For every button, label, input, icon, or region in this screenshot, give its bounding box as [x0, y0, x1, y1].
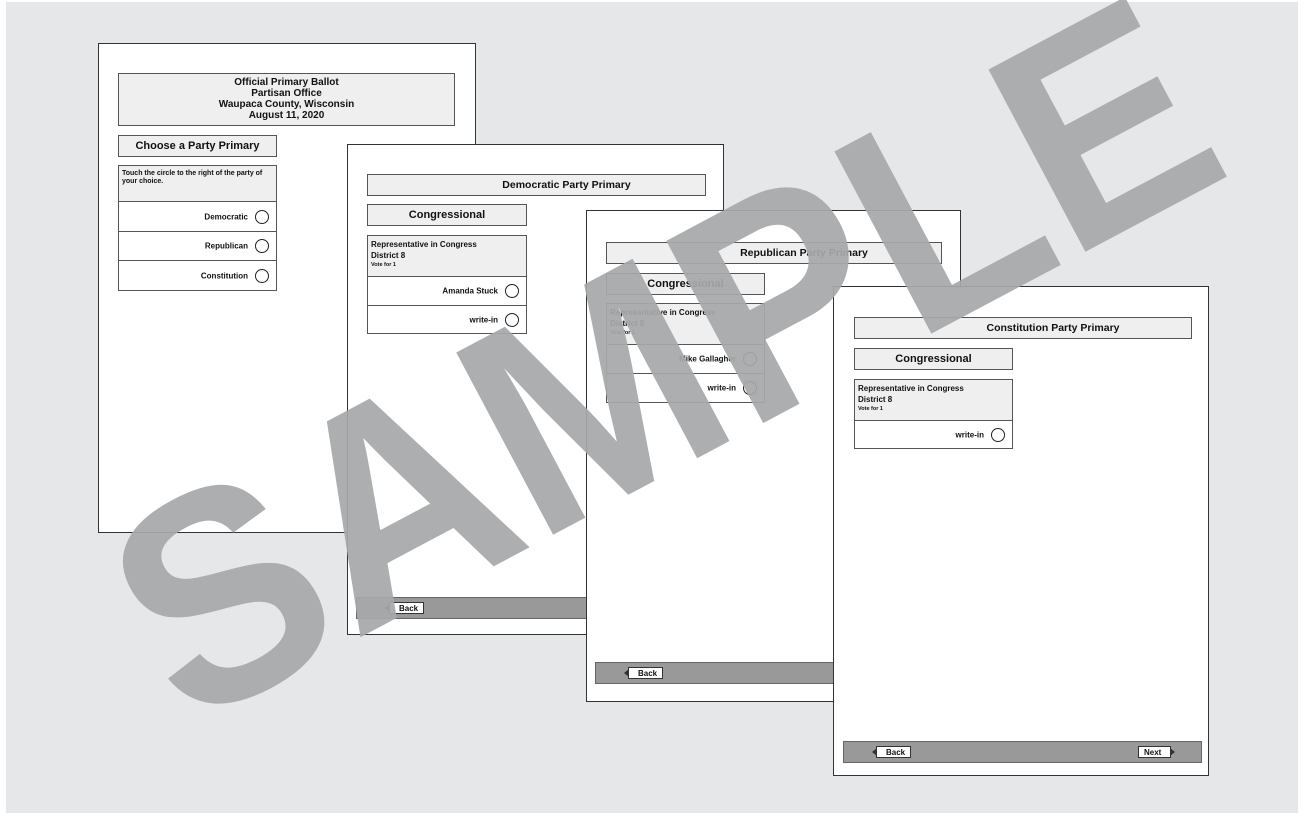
ballot-header-line: Official Primary Ballot	[234, 77, 339, 88]
choice-candidate[interactable]: Amanda Stuck	[368, 277, 526, 306]
party-title: Constitution Party Primary	[854, 317, 1192, 339]
back-button[interactable]: Back	[384, 602, 425, 614]
selection-oval-icon[interactable]	[743, 381, 757, 395]
contest-box: Representative in Congress District 8 Vo…	[367, 235, 527, 334]
district-name: District 8	[610, 319, 645, 328]
back-button[interactable]: Back	[871, 746, 912, 758]
contest-box: Representative in Congress District 8 Vo…	[606, 303, 765, 403]
office-name: Representative in Congress	[371, 240, 477, 249]
selection-oval-icon[interactable]	[255, 209, 269, 224]
vote-for-text: Vote for 1	[610, 330, 635, 336]
choice-label: Mike Gallagher	[679, 354, 736, 364]
ballot-header-line: Partisan Office	[251, 88, 322, 99]
choice-label: write-in	[955, 430, 984, 439]
category-title: Congressional	[854, 348, 1013, 370]
vote-for-text: Vote for 1	[858, 406, 883, 412]
selection-oval-icon[interactable]	[255, 239, 269, 253]
ballot-header-line: Waupaca County, Wisconsin	[218, 99, 355, 110]
district-name: District 8	[371, 251, 406, 260]
choice-democratic[interactable]: Democratic	[119, 202, 276, 232]
choice-label: Amanda Stuck	[442, 286, 498, 296]
selection-oval-icon[interactable]	[743, 352, 757, 366]
contest-header: Representative in Congress District 8 Vo…	[607, 304, 764, 345]
selection-oval-icon[interactable]	[255, 268, 269, 283]
choice-label: write-in	[707, 383, 736, 393]
party-title: Democratic Party Primary	[367, 174, 706, 196]
office-name: Representative in Congress	[610, 308, 716, 317]
contest-header: Representative in Congress District 8 Vo…	[855, 380, 1012, 421]
sample-canvas: Official Primary Ballot Partisan Office …	[6, 2, 1298, 813]
back-button[interactable]: Back	[623, 667, 664, 679]
choice-label: Democratic	[204, 212, 248, 221]
selection-oval-icon[interactable]	[991, 427, 1005, 442]
choice-candidate[interactable]: Mike Gallagher	[607, 345, 764, 374]
choice-label: Constitution	[200, 271, 248, 280]
choice-republican[interactable]: Republican	[119, 232, 276, 261]
choice-constitution[interactable]: Constitution	[119, 261, 276, 290]
choice-label: Republican	[204, 241, 248, 251]
next-button[interactable]: Next	[1138, 746, 1176, 758]
section-title: Choose a Party Primary	[118, 135, 277, 157]
nav-footer: Back Next	[843, 741, 1202, 763]
category-title: Congressional	[367, 204, 527, 226]
vote-for-text: Vote for 1	[371, 262, 396, 268]
ballot-header: Official Primary Ballot Partisan Office …	[118, 73, 455, 126]
choice-write-in[interactable]: write-in	[368, 306, 526, 333]
contest-box: Representative in Congress District 8 Vo…	[854, 379, 1013, 449]
district-name: District 8	[858, 395, 893, 404]
office-name: Representative in Congress	[858, 384, 964, 393]
party-title: Republican Party Primary	[606, 242, 942, 264]
selection-oval-icon[interactable]	[505, 312, 519, 327]
party-choice-list: Touch the circle to the right of the par…	[118, 165, 277, 291]
choice-write-in[interactable]: write-in	[855, 421, 1012, 448]
category-title: Congressional	[606, 273, 765, 295]
contest-header: Representative in Congress District 8 Vo…	[368, 236, 526, 277]
ballot-header-line: August 11, 2020	[248, 110, 325, 121]
choice-label: write-in	[469, 315, 498, 324]
instruction-text: Touch the circle to the right of the par…	[119, 166, 276, 202]
choice-write-in[interactable]: write-in	[607, 374, 764, 402]
ballot-page-constitution: Constitution Party Primary Congressional…	[833, 286, 1209, 776]
selection-oval-icon[interactable]	[505, 284, 519, 298]
